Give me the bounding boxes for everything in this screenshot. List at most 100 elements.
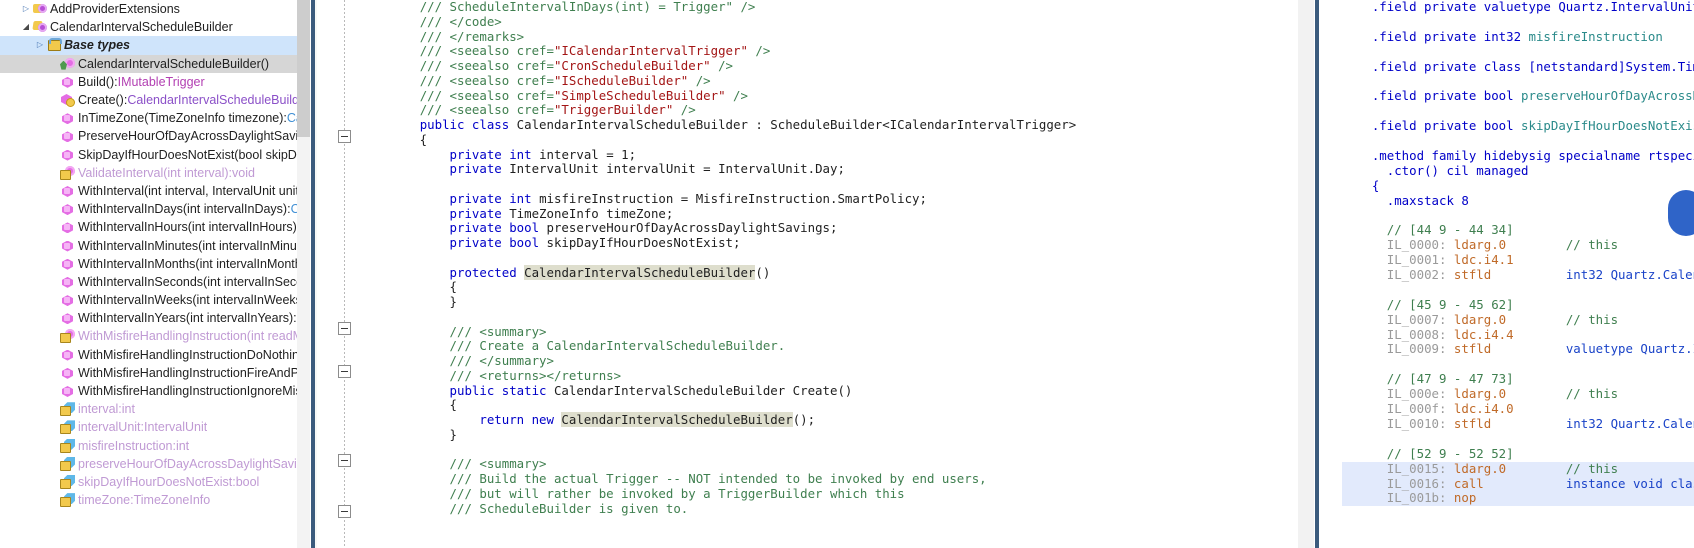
code-token: private int bbox=[449, 146, 540, 162]
chevron-right-icon[interactable]: ▷ bbox=[34, 41, 46, 49]
tree-item-withintervalinweeks-int-intervalinwe[interactable]: WithIntervalInWeeks(int intervalInWeeks)… bbox=[0, 291, 297, 309]
tree-item-withintervalinseconds-int-intervalin[interactable]: WithIntervalInSeconds(int intervalInSeco… bbox=[0, 273, 297, 291]
il-line bbox=[1342, 45, 1694, 60]
il-disassembly-panel[interactable]: .field private valuetype Quartz.Interval… bbox=[1298, 0, 1694, 548]
chevron-right-icon[interactable]: ▷ bbox=[20, 5, 32, 13]
private-field-icon bbox=[60, 402, 75, 417]
tree-item-withintervalindays-int-intervalinday[interactable]: WithIntervalInDays(int intervalInDays):C… bbox=[0, 200, 297, 218]
il-token bbox=[1342, 386, 1387, 401]
source-code-editor-panel[interactable]: /// ScheduleIntervalInDays(int) = Trigge… bbox=[310, 0, 1298, 548]
tree-item-withintervalinmonths-int-intervalinm[interactable]: WithIntervalInMonths(int intervalInMonth… bbox=[0, 255, 297, 273]
tree-item-calendarintervalschedulebuilder[interactable]: ◢ CalendarIntervalScheduleBuilder bbox=[0, 18, 297, 36]
tree-item-withmisfirehandlinginstruction-int-r[interactable]: WithMisfireHandlingInstruction(int readM… bbox=[0, 327, 297, 345]
il-token: stfld bbox=[1453, 415, 1492, 431]
code-text-area[interactable]: /// ScheduleIntervalInDays(int) = Trigge… bbox=[360, 0, 1298, 548]
tree-item-intimezone-timezoneinfo-timezone-[interactable]: InTimeZone(TimeZoneInfo timezone):Calend… bbox=[0, 109, 297, 127]
il-token bbox=[1342, 252, 1387, 267]
il-token bbox=[1342, 401, 1387, 416]
tree-item-interval-int[interactable]: interval:int bbox=[0, 400, 297, 418]
il-token bbox=[1342, 29, 1372, 44]
code-line: /// </remarks> bbox=[360, 29, 1298, 45]
il-token: IL_001b: bbox=[1386, 490, 1454, 506]
tree-vertical-scrollbar[interactable] bbox=[297, 0, 310, 548]
tree-label-part: PreserveHourOfDayAcrossDaylightSavings(b… bbox=[78, 129, 297, 144]
tree-item-withintervalinminutes-int-intervalin[interactable]: WithIntervalInMinutes(int intervalInMinu… bbox=[0, 236, 297, 254]
code-line: public static CalendarIntervalScheduleBu… bbox=[360, 383, 1298, 399]
tree-item-preservehourofdayacrossdaylightsavin[interactable]: preserveHourOfDayAcrossDaylightSavings:b… bbox=[0, 455, 297, 473]
tree-item-addproviderextensions[interactable]: ▷ AddProviderExtensions bbox=[0, 0, 297, 18]
fold-collapse-icon[interactable] bbox=[338, 505, 351, 518]
private-field-icon bbox=[60, 493, 75, 508]
il-overlay-badge[interactable] bbox=[1668, 190, 1694, 236]
tree-item-calendarintervalschedulebuilder-[interactable]: CalendarIntervalScheduleBuilder() bbox=[0, 54, 297, 73]
il-token: stfld bbox=[1453, 267, 1492, 283]
tree-item-label: WithIntervalInYears(int intervalInYears)… bbox=[78, 311, 297, 325]
tree-item-skipdayifhourdoesnotexist-bool-skipd[interactable]: SkipDayIfHourDoesNotExist(bool skipDay):… bbox=[0, 146, 297, 164]
il-line: // [52 9 - 52 52] bbox=[1342, 446, 1694, 462]
tree-item-label: WithIntervalInDays(int intervalInDays):C… bbox=[78, 202, 297, 216]
method-icon bbox=[60, 384, 75, 398]
fold-collapse-icon[interactable] bbox=[338, 365, 351, 378]
il-token bbox=[1342, 148, 1372, 163]
code-token: CalendarIntervalScheduleBuilder : Schedu… bbox=[516, 117, 1077, 132]
il-token: .ctor() cil managed bbox=[1386, 162, 1529, 178]
fold-collapse-icon[interactable] bbox=[338, 322, 351, 335]
tree-item-label: skipDayIfHourDoesNotExist:bool bbox=[78, 475, 259, 489]
tree-item-misfireinstruction-int[interactable]: misfireInstruction:int bbox=[0, 437, 297, 455]
method-icon bbox=[60, 348, 75, 362]
il-token: IL_0015: bbox=[1386, 460, 1454, 476]
il-token: .field private int32 bbox=[1371, 28, 1529, 44]
code-token: /// <seealso cref= bbox=[419, 58, 554, 73]
code-line: { bbox=[360, 279, 1298, 295]
tree-item-build-[interactable]: Build():IMutableTrigger bbox=[0, 73, 297, 91]
tree-item-withintervalinhours-int-intervalinho[interactable]: WithIntervalInHours(int intervalInHours)… bbox=[0, 218, 297, 236]
assembly-explorer-tree[interactable]: ▷ AddProviderExtensions ◢ CalendarIntervalS… bbox=[0, 0, 297, 548]
chevron-down-icon[interactable]: ◢ bbox=[20, 23, 32, 31]
code-token: 1 bbox=[621, 146, 629, 162]
tree-item-label: ValidateInterval(int interval):void bbox=[78, 166, 255, 180]
tree-item-withmisfirehandlinginstructiondonoth[interactable]: WithMisfireHandlingInstructionDoNothing(… bbox=[0, 346, 297, 364]
tree-item-timezone-timezoneinfo[interactable]: timeZone:TimeZoneInfo bbox=[0, 491, 297, 509]
fold-collapse-icon[interactable] bbox=[338, 454, 351, 467]
method-icon bbox=[60, 129, 75, 143]
tree-item-withintervalinyears-int-intervalinye[interactable]: WithIntervalInYears(int intervalInYears)… bbox=[0, 309, 297, 327]
tree-item-skipdayifhourdoesnotexist-bool[interactable]: skipDayIfHourDoesNotExist:bool bbox=[0, 473, 297, 491]
tree-item-withmisfirehandlinginstructionignore[interactable]: WithMisfireHandlingInstructionIgnoreMisf… bbox=[0, 382, 297, 400]
tree-scrollbar-thumb[interactable] bbox=[297, 0, 310, 137]
il-token bbox=[1342, 88, 1372, 103]
tree-label-part: Calenda bbox=[286, 111, 297, 126]
tree-item-create-[interactable]: Create():CalendarIntervalScheduleBuilder bbox=[0, 91, 297, 109]
tree-item-withmisfirehandlinginstructionfirean[interactable]: WithMisfireHandlingInstructionFireAndPro… bbox=[0, 364, 297, 382]
fold-collapse-icon[interactable] bbox=[338, 130, 351, 143]
method-icon bbox=[60, 148, 75, 162]
code-line: protected CalendarIntervalScheduleBuilde… bbox=[360, 264, 1298, 281]
il-line: // [47 9 - 47 73] bbox=[1342, 371, 1694, 387]
il-token: // [47 9 - 47 73] bbox=[1386, 371, 1514, 387]
tree-item-withinterval-int-interval-intervalun[interactable]: WithInterval(int interval, IntervalUnit … bbox=[0, 182, 297, 200]
tree-item-validateinterval-int-interval-void[interactable]: ValidateInterval(int interval):void bbox=[0, 164, 297, 182]
il-token: call bbox=[1453, 475, 1484, 491]
tree-label-part: CalendarIntervalScheduleBuilder bbox=[50, 20, 233, 35]
tree-item-base-types[interactable]: ▷ Base types bbox=[0, 36, 297, 55]
code-line: /// Create a CalendarIntervalScheduleBui… bbox=[360, 338, 1298, 354]
il-token bbox=[1342, 297, 1387, 312]
il-line bbox=[1342, 15, 1694, 30]
tree-label-part: timeZone:TimeZoneInfo bbox=[78, 493, 211, 508]
il-line bbox=[1342, 208, 1694, 223]
code-folding-gutter[interactable] bbox=[334, 0, 356, 548]
tree-item-label: InTimeZone(TimeZoneInfo timezone):Calend… bbox=[78, 111, 297, 125]
tree-item-intervalunit-intervalunit[interactable]: intervalUnit:IntervalUnit bbox=[0, 418, 297, 436]
tree-item-preservehourofdayacrossdaylightsavin[interactable]: PreserveHourOfDayAcrossDaylightSavings(b… bbox=[0, 127, 297, 145]
il-text-area[interactable]: .field private valuetype Quartz.Interval… bbox=[1342, 0, 1694, 548]
il-token: preserveHourOfDayAcrossDaylig bbox=[1521, 88, 1694, 104]
private-field-icon bbox=[60, 457, 75, 471]
